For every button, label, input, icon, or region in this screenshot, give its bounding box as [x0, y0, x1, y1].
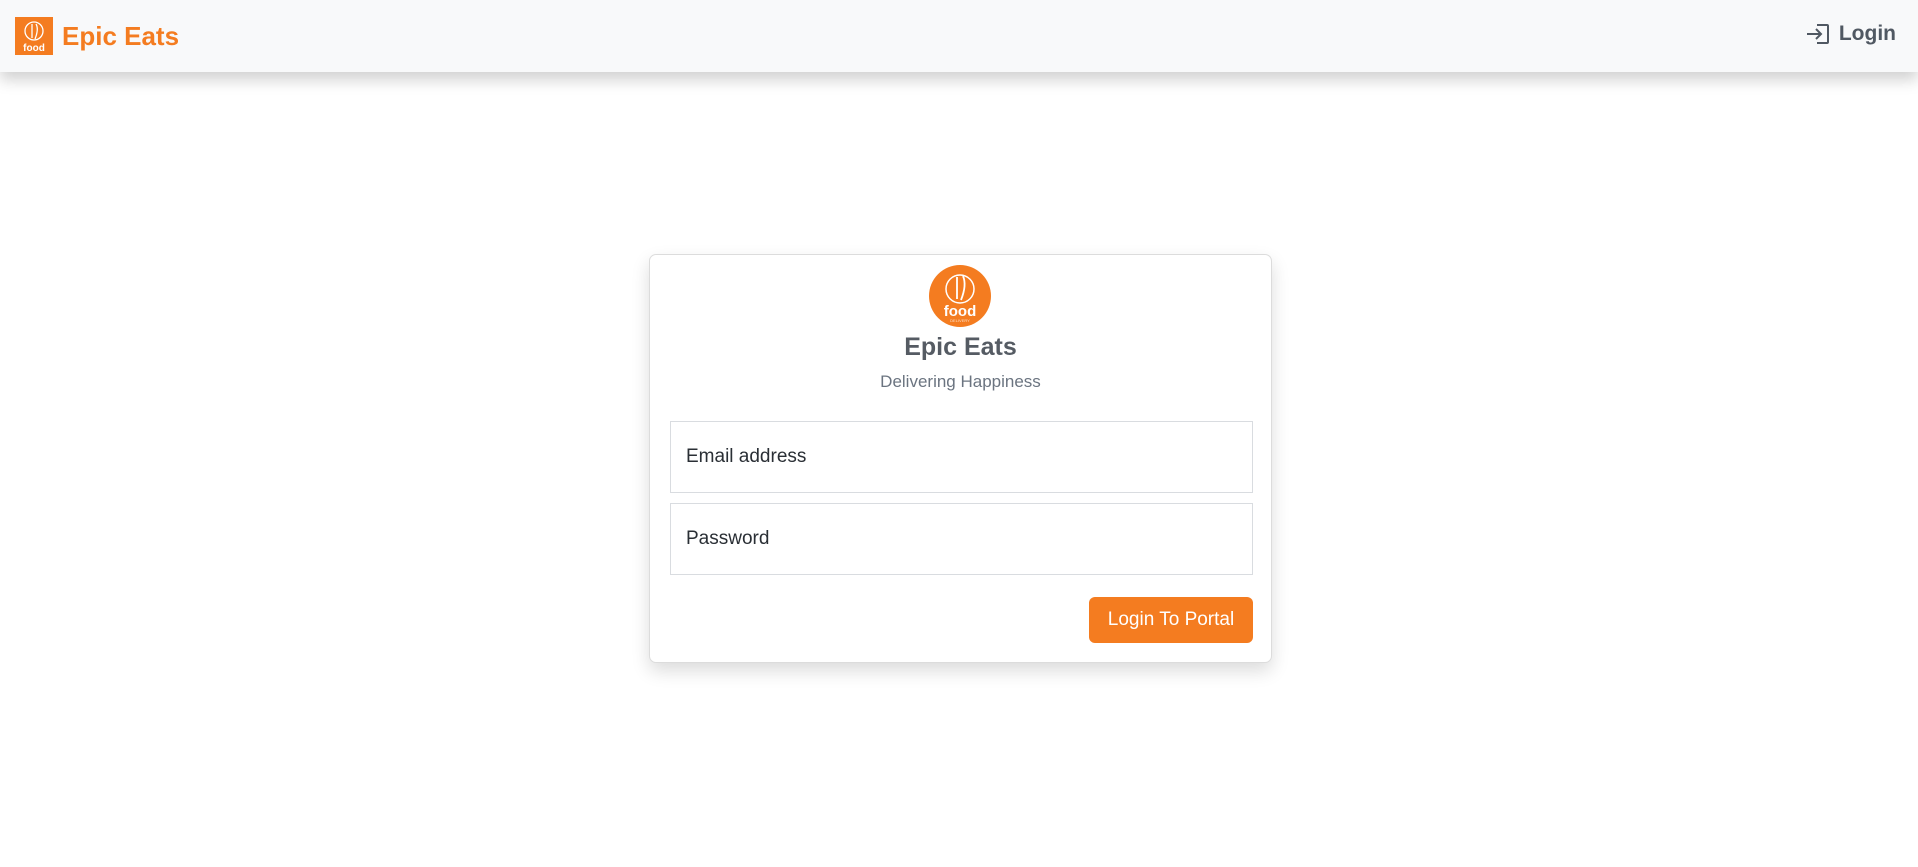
brand-name: Epic Eats [62, 20, 180, 51]
brand-link[interactable]: food Epic Eats [15, 17, 179, 55]
box-arrow-in-right-icon [1806, 24, 1829, 44]
card-logo: food DELIVERY [929, 265, 991, 327]
email-field[interactable] [670, 421, 1253, 493]
login-card: food DELIVERY Epic Eats Delivering Happi… [649, 254, 1272, 663]
nav-login-link[interactable]: Login [1805, 22, 1896, 46]
top-navbar: food Epic Eats Login [0, 0, 1918, 72]
svg-text:DELIVERY: DELIVERY [950, 318, 970, 323]
brand-logo: food [15, 17, 53, 55]
nav-login-label: Login [1838, 22, 1896, 45]
password-field[interactable] [670, 503, 1253, 575]
svg-text:food: food [23, 43, 45, 54]
food-logo-icon: food [23, 21, 45, 54]
card-subtitle: Delivering Happiness [880, 372, 1041, 391]
login-to-portal-button[interactable]: Login To Portal [1089, 597, 1253, 643]
food-logo-icon: food DELIVERY [944, 274, 976, 323]
card-title: Epic Eats [904, 333, 1017, 361]
